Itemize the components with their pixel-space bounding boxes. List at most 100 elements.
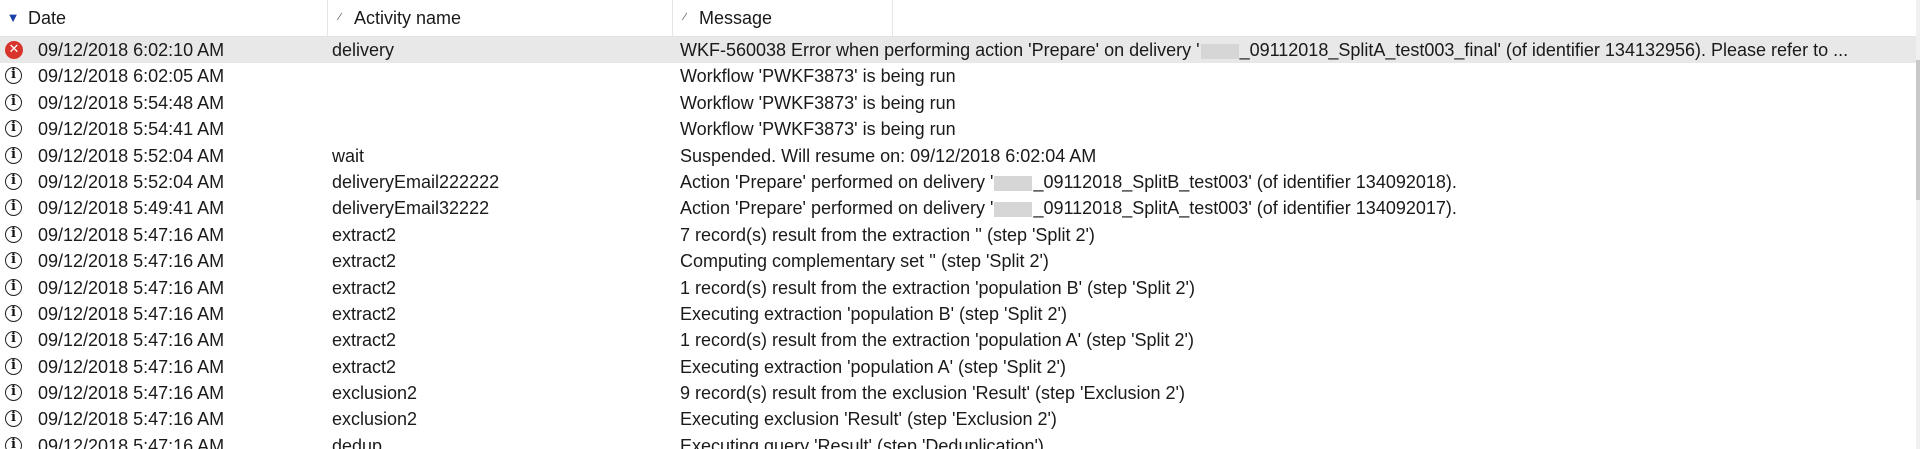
row-date: 09/12/2018 5:47:16 AM — [38, 435, 225, 449]
row-status-icon: i — [5, 357, 24, 377]
column-header-date[interactable]: ▼ Date — [0, 0, 328, 36]
row-date: 09/12/2018 5:54:41 AM — [38, 119, 225, 140]
row-status-icon: i — [5, 225, 24, 245]
column-title-date: Date — [28, 8, 67, 28]
column-header-activity-name[interactable]: / Activity name — [328, 0, 673, 36]
row-date: 09/12/2018 5:54:48 AM — [38, 92, 225, 113]
log-row[interactable]: i 09/12/2018 5:47:16 AM extract2 1 record(s… — [0, 275, 1916, 301]
info-icon: i — [5, 67, 22, 85]
row-date: 09/12/2018 5:47:16 AM — [38, 303, 225, 324]
log-row[interactable]: i 09/12/2018 5:47:16 AM extract2 1 record(s… — [0, 327, 1916, 353]
row-status-icon: i — [5, 67, 24, 86]
row-status-icon: i — [5, 331, 24, 350]
sort-indicator-icon: / — [335, 12, 343, 23]
log-row[interactable]: i 09/12/2018 5:49:41 AM deliveryEmail32222… — [0, 195, 1916, 221]
row-date: 09/12/2018 5:52:04 AM — [38, 145, 225, 166]
row-status-icon: i — [5, 278, 24, 298]
row-message: 1 record(s) result from the extraction '… — [680, 327, 1908, 353]
row-activity-name: deliveryEmail222222 — [332, 171, 500, 192]
log-row[interactable]: i 09/12/2018 5:52:04 AM wait Suspended. Wil… — [0, 143, 1916, 169]
row-message: 9 record(s) result from the exclusion 'R… — [680, 380, 1908, 406]
log-row[interactable]: i 09/12/2018 6:02:05 AM Workflow 'PWKF3873… — [0, 63, 1916, 89]
row-message: 1 record(s) result from the extraction '… — [680, 275, 1908, 301]
row-message-text: 1 record(s) result from the extraction '… — [680, 277, 1195, 298]
log-row[interactable]: i 09/12/2018 5:47:16 AM dedup Executing que… — [0, 433, 1916, 449]
info-icon: i — [5, 120, 22, 138]
info-icon: i — [5, 331, 22, 349]
column-title-message: Message — [699, 8, 773, 28]
row-message: WKF-560038 Error when performing action … — [680, 37, 1908, 63]
row-message-text: 7 record(s) result from the extraction '… — [680, 224, 1095, 245]
row-date: 09/12/2018 5:47:16 AM — [38, 356, 225, 377]
column-title-activity-name: Activity name — [354, 8, 462, 28]
scrollbar-thumb[interactable] — [1916, 60, 1920, 200]
row-status-icon: i — [5, 304, 24, 324]
row-message-text: WKF-560038 Error when performing action … — [680, 40, 1200, 60]
log-row[interactable]: ✕ 09/12/2018 6:02:10 AM delivery WKF-560038… — [0, 37, 1916, 64]
row-message-text: Executing exclusion 'Result' (step 'Excl… — [680, 409, 1057, 430]
row-activity-name: extract2 — [332, 330, 397, 351]
row-status-icon: i — [5, 172, 24, 192]
info-icon: i — [5, 384, 22, 402]
row-message-text: Suspended. Will resume on: 09/12/2018 6:… — [680, 145, 1097, 166]
vertical-scrollbar[interactable] — [1916, 0, 1920, 449]
column-header-bar: ▼ Date / Activity name / Message — [0, 0, 1920, 37]
row-message-text-suffix: _09112018_SplitA_test003_final' (of iden… — [1239, 40, 1849, 60]
info-icon: i — [5, 252, 22, 270]
row-message: 7 record(s) result from the extraction '… — [680, 222, 1908, 248]
log-row[interactable]: i 09/12/2018 5:52:04 AM deliveryEmail22222… — [0, 169, 1916, 195]
row-activity-name: extract2 — [332, 356, 397, 377]
row-message-text: Workflow 'PWKF3873' is being run — [680, 92, 956, 113]
log-row[interactable]: i 09/12/2018 5:54:48 AM Workflow 'PWKF3873… — [0, 90, 1916, 116]
row-message: Workflow 'PWKF3873' is being run — [680, 90, 1908, 116]
info-icon: i — [5, 225, 22, 243]
row-date: 09/12/2018 5:47:16 AM — [38, 224, 225, 245]
row-message-text-suffix: _09112018_SplitA_test003' (of identifier… — [1033, 198, 1457, 219]
row-status-icon: i — [5, 252, 24, 271]
row-date: 09/12/2018 5:52:04 AM — [38, 171, 225, 192]
log-row[interactable]: i 09/12/2018 5:54:41 AM Workflow 'PWKF3873… — [0, 116, 1916, 142]
row-date: 09/12/2018 5:47:16 AM — [38, 383, 225, 404]
log-row[interactable]: i 09/12/2018 5:47:16 AM extract2 Executing … — [0, 354, 1916, 380]
row-activity-name: dedup — [332, 435, 383, 449]
row-date: 09/12/2018 5:49:41 AM — [38, 198, 225, 219]
row-message-text: Computing complementary set '' (step 'Sp… — [680, 251, 1049, 272]
log-row[interactable]: i 09/12/2018 5:47:16 AM extract2 Computing … — [0, 248, 1916, 274]
log-rows: ✕ 09/12/2018 6:02:10 AM delivery WKF-560038… — [0, 37, 1916, 449]
info-icon: i — [5, 304, 22, 322]
row-status-icon: i — [5, 93, 24, 113]
info-icon: i — [5, 357, 22, 375]
log-row[interactable]: i 09/12/2018 5:47:16 AM exclusion2 Executin… — [0, 406, 1916, 432]
info-icon: i — [5, 146, 22, 164]
row-activity-name: extract2 — [332, 303, 397, 324]
row-status-icon: ✕ — [5, 41, 24, 60]
row-message-text: 1 record(s) result from the extraction '… — [680, 330, 1194, 351]
error-icon: ✕ — [5, 41, 23, 59]
row-message: Action 'Prepare' performed on delivery '… — [680, 195, 1908, 221]
sort-indicator-icon: / — [680, 12, 688, 23]
log-row[interactable]: i 09/12/2018 5:47:16 AM exclusion2 9 record… — [0, 380, 1916, 406]
row-message-text: Workflow 'PWKF3873' is being run — [680, 66, 956, 87]
redacted-text — [994, 202, 1033, 218]
row-date: 09/12/2018 5:47:16 AM — [38, 409, 225, 430]
info-icon: i — [5, 172, 22, 190]
row-activity-name: delivery — [332, 40, 395, 60]
row-activity-name: deliveryEmail32222 — [332, 198, 490, 219]
redacted-text — [994, 175, 1033, 191]
row-message: Computing complementary set '' (step 'Sp… — [680, 248, 1908, 274]
log-row[interactable]: i 09/12/2018 5:47:16 AM extract2 Executing … — [0, 301, 1916, 327]
row-date: 09/12/2018 5:47:16 AM — [38, 330, 225, 351]
row-message-text: Workflow 'PWKF3873' is being run — [680, 119, 956, 140]
row-message-text: Action 'Prepare' performed on delivery ' — [680, 171, 994, 192]
info-icon: i — [5, 278, 22, 296]
row-date: 09/12/2018 5:47:16 AM — [38, 251, 225, 272]
log-row[interactable]: i 09/12/2018 5:47:16 AM extract2 7 record(s… — [0, 222, 1916, 248]
row-status-icon: i — [5, 120, 24, 139]
row-message: Action 'Prepare' performed on delivery '… — [680, 169, 1908, 195]
row-message-text: Action 'Prepare' performed on delivery ' — [680, 198, 994, 219]
row-date: 09/12/2018 5:47:16 AM — [38, 277, 225, 298]
row-activity-name: exclusion2 — [332, 383, 418, 404]
column-header-message[interactable]: / Message — [673, 0, 893, 36]
row-status-icon: i — [5, 410, 24, 429]
row-status-icon: i — [5, 199, 24, 218]
